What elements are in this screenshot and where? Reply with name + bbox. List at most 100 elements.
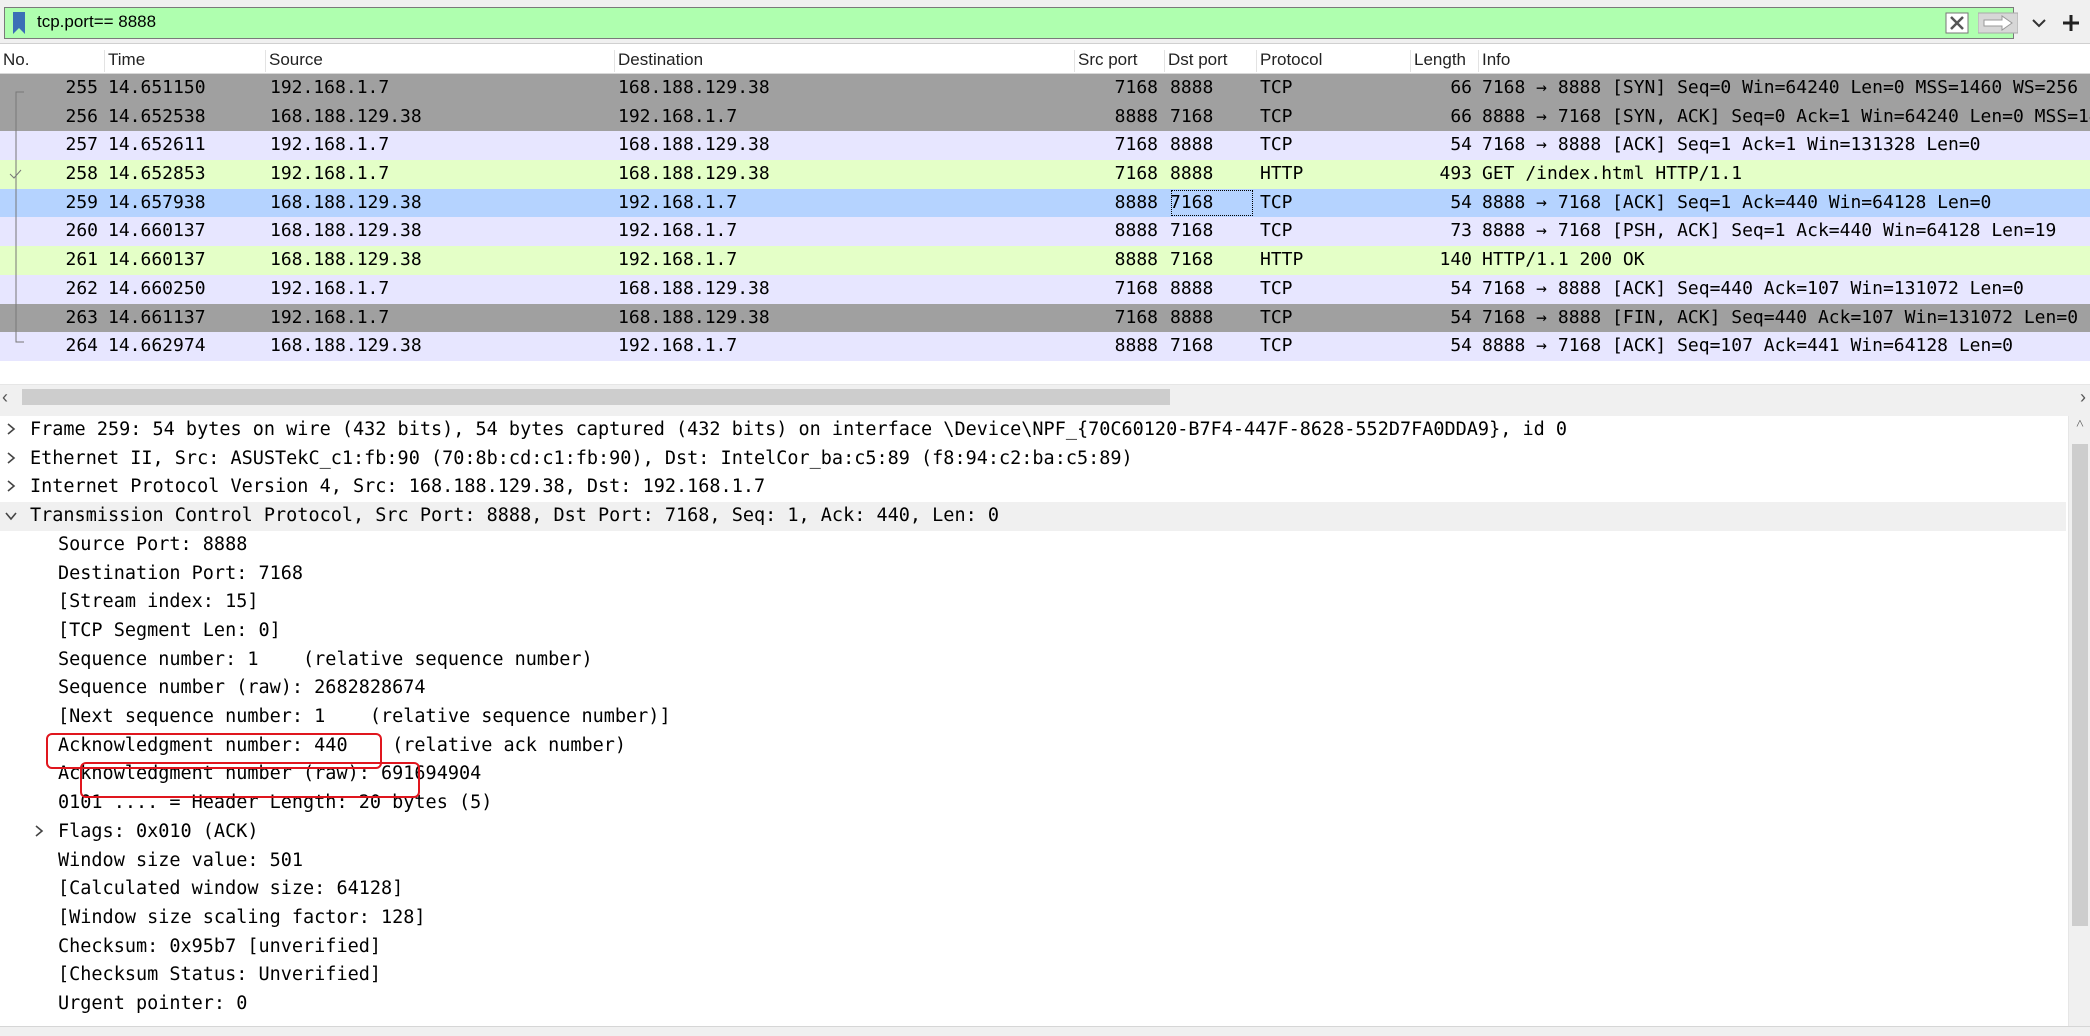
packet-protocol: TCP xyxy=(1260,77,1293,98)
detail-text: Sequence number (raw): 2682828674 xyxy=(58,677,426,699)
scroll-left-icon[interactable]: ‹ xyxy=(2,387,20,407)
packet-number: 256 xyxy=(65,105,98,127)
detail-tree-field[interactable]: Destination Port: 7168 xyxy=(0,560,2066,589)
packet-length: 493 xyxy=(1439,163,1472,185)
packet-row[interactable]: 262 14.660250 192.168.1.7 168.188.129.38 716… xyxy=(0,274,2090,304)
packet-row[interactable]: 264 14.662974 168.188.129.38 192.168.1.7 888… xyxy=(0,332,2090,361)
packet-list-horizontal-scrollbar[interactable]: ‹ › xyxy=(0,384,2090,408)
packet-row[interactable]: 256 14.652538 168.188.129.38 192.168.1.7 888… xyxy=(0,102,2090,132)
detail-tree-node[interactable]: Internet Protocol Version 4, Src: 168.18… xyxy=(0,473,2066,502)
packet-row[interactable]: 258 14.652853 192.168.1.7 168.188.129.38 716… xyxy=(0,160,2090,189)
packet-row[interactable]: 261 14.660137 168.188.129.38 192.168.1.7 888… xyxy=(0,246,2090,275)
scrollbar-thumb[interactable] xyxy=(2072,444,2088,926)
packet-protocol: HTTP xyxy=(1260,249,1304,271)
detail-tree-field[interactable]: Urgent pointer: 0 xyxy=(0,990,2066,1019)
collapsed-chevron-icon[interactable] xyxy=(30,818,48,847)
packet-list-header: No. Time Source Destination Src port Dst… xyxy=(0,46,2090,74)
packet-protocol: TCP xyxy=(1260,220,1293,242)
packet-info: 8888 → 7168 [ACK] Seq=107 Ack=441 Win=64… xyxy=(1482,335,2014,357)
detail-tree-field[interactable]: Checksum: 0x95b7 [unverified] xyxy=(0,933,2066,962)
expanded-chevron-icon[interactable] xyxy=(2,502,20,531)
packet-info: HTTP/1.1 200 OK xyxy=(1482,249,1645,271)
packet-protocol: TCP xyxy=(1260,134,1293,156)
filter-history-dropdown[interactable] xyxy=(2025,10,2053,36)
column-header-no[interactable]: No. xyxy=(0,50,29,72)
packet-destination: 168.188.129.38 xyxy=(618,306,770,328)
display-filter-field[interactable]: tcp.port== 8888 xyxy=(4,7,2046,39)
packet-row[interactable]: 263 14.661137 192.168.1.7 168.188.129.38 716… xyxy=(0,303,2090,333)
packet-src-port: 8888 xyxy=(1114,220,1158,242)
scroll-right-icon[interactable]: › xyxy=(2068,387,2086,407)
column-header-time[interactable]: Time xyxy=(104,50,145,72)
packet-destination: 192.168.1.7 xyxy=(618,191,738,213)
packet-time: 14.651150 xyxy=(108,77,206,98)
packet-length: 54 xyxy=(1450,335,1472,357)
add-filter-button[interactable] xyxy=(2056,8,2086,38)
detail-tree-field[interactable]: Source Port: 8888 xyxy=(0,531,2066,560)
column-header-source[interactable]: Source xyxy=(265,50,323,72)
packet-length: 54 xyxy=(1450,306,1472,328)
detail-text: Sequence number: 1 (relative sequence nu… xyxy=(58,648,593,670)
packet-info: 7168 → 8888 [ACK] Seq=1 Ack=1 Win=131328… xyxy=(1482,134,1981,156)
packet-list-pane: No. Time Source Destination Src port Dst… xyxy=(0,46,2090,408)
packet-source: 168.188.129.38 xyxy=(270,191,422,213)
detail-tree-field[interactable]: [Checksum Status: Unverified] xyxy=(0,961,2066,990)
packet-info: GET /index.html HTTP/1.1 xyxy=(1482,163,1743,185)
collapsed-chevron-icon[interactable] xyxy=(2,445,20,474)
detail-tree-field[interactable]: [Window size scaling factor: 128] xyxy=(0,904,2066,933)
packet-destination: 168.188.129.38 xyxy=(618,134,770,156)
detail-tree-field[interactable]: [Calculated window size: 64128] xyxy=(0,875,2066,904)
packet-row[interactable]: 260 14.660137 168.188.129.38 192.168.1.7 888… xyxy=(0,217,2090,247)
packet-dst-port: 8888 xyxy=(1170,77,1214,98)
packet-destination: 168.188.129.38 xyxy=(618,277,770,299)
collapsed-chevron-icon[interactable] xyxy=(2,473,20,502)
packet-details-vertical-scrollbar[interactable]: ˄ xyxy=(2068,416,2090,1026)
apply-filter-button[interactable] xyxy=(1977,10,2019,36)
column-header-length[interactable]: Length xyxy=(1410,50,1466,72)
clear-filter-button[interactable] xyxy=(1943,10,1971,36)
detail-text: [Next sequence number: 1 (relative seque… xyxy=(58,706,671,727)
column-header-info[interactable]: Info xyxy=(1478,50,1510,72)
packet-protocol: TCP xyxy=(1260,191,1293,213)
detail-tree-field[interactable]: Sequence number (raw): 2682828674 xyxy=(0,674,2066,703)
collapsed-chevron-icon[interactable] xyxy=(2,416,20,445)
packet-dst-port: 8888 xyxy=(1170,306,1214,328)
column-header-destination[interactable]: Destination xyxy=(614,50,703,72)
pane-splitter[interactable] xyxy=(0,408,2090,416)
detail-text: Internet Protocol Version 4, Src: 168.18… xyxy=(30,476,766,498)
packet-src-port: 7168 xyxy=(1114,134,1158,156)
close-icon xyxy=(1945,12,1969,34)
packet-dst-port: 7168 xyxy=(1170,105,1214,127)
packet-destination: 192.168.1.7 xyxy=(618,105,738,127)
packet-row[interactable]: 259 14.657938 168.188.129.38 192.168.1.7 888… xyxy=(0,188,2090,218)
scrollbar-thumb[interactable] xyxy=(22,389,1170,405)
detail-tree-node[interactable]: Ethernet II, Src: ASUSTekC_c1:fb:90 (70:… xyxy=(0,445,2066,474)
detail-tree-field[interactable]: Sequence number: 1 (relative sequence nu… xyxy=(0,646,2066,675)
bookmark-icon xyxy=(13,12,25,34)
detail-tree-field[interactable]: [Next sequence number: 1 (relative seque… xyxy=(0,703,2066,732)
packet-source: 192.168.1.7 xyxy=(270,134,390,156)
detail-tree-node[interactable]: Frame 259: 54 bytes on wire (432 bits), … xyxy=(0,416,2066,445)
detail-tree-node[interactable]: Transmission Control Protocol, Src Port:… xyxy=(0,502,2066,531)
packet-row[interactable]: 257 14.652611 192.168.1.7 168.188.129.38 716… xyxy=(0,131,2090,161)
detail-tree-field[interactable]: Window size value: 501 xyxy=(0,847,2066,876)
column-header-protocol[interactable]: Protocol xyxy=(1256,50,1322,72)
detail-tree-field[interactable]: [TCP Segment Len: 0] xyxy=(0,617,2066,646)
packet-row[interactable]: 255 14.651150 192.168.1.7 168.188.129.38 716… xyxy=(0,74,2090,103)
detail-tree-field[interactable]: [Stream index: 15] xyxy=(0,588,2066,617)
packet-info: 7168 → 8888 [FIN, ACK] Seq=440 Ack=107 W… xyxy=(1482,306,2079,328)
packet-time: 14.652853 xyxy=(108,163,206,185)
packet-src-port: 7168 xyxy=(1114,163,1158,185)
packet-length: 140 xyxy=(1439,249,1472,271)
detail-tree-field[interactable]: Flags: 0x010 (ACK) xyxy=(0,818,2066,847)
scroll-up-icon[interactable]: ˄ xyxy=(2073,416,2087,436)
detail-text: [TCP Segment Len: 0] xyxy=(58,619,281,641)
packet-source: 192.168.1.7 xyxy=(270,163,390,185)
display-filter-text[interactable]: tcp.port== 8888 xyxy=(37,12,156,32)
column-header-src-port[interactable]: Src port xyxy=(1074,50,1138,72)
packet-number: 255 xyxy=(65,77,98,98)
packet-protocol: HTTP xyxy=(1260,163,1304,185)
packet-time: 14.657938 xyxy=(108,191,206,213)
column-header-dst-port[interactable]: Dst port xyxy=(1164,50,1228,72)
filter-bookmark-button[interactable] xyxy=(5,8,33,38)
